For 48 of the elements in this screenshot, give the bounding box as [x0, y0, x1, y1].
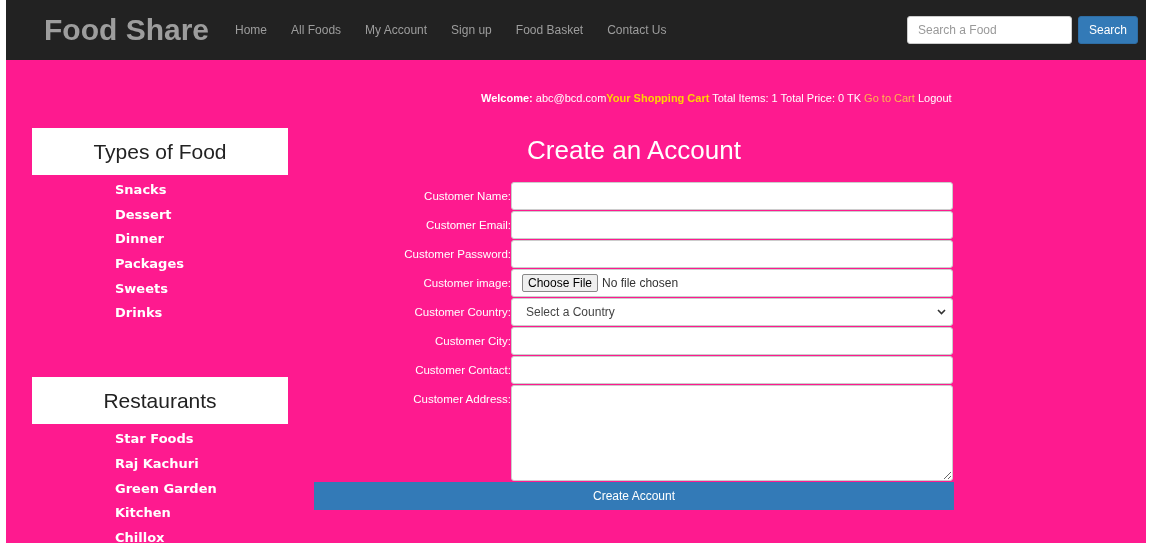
form-title: Create an Account — [526, 134, 742, 167]
search-field[interactable]: Search a Food — [906, 16, 1072, 44]
site-logo[interactable]: Food Share — [44, 13, 209, 47]
choose-file-button[interactable]: Choose File — [522, 274, 599, 292]
sidebar-link[interactable]: Dessert — [115, 205, 288, 231]
create-account-button[interactable]: Create Account — [314, 482, 954, 510]
sidebar-link[interactable]: Drinks — [115, 304, 288, 330]
sidebar-link[interactable]: Kitchen — [115, 504, 288, 529]
sidebar-heading: Types of Food — [32, 128, 288, 175]
sidebar-link[interactable]: Raj Kachuri — [115, 454, 288, 480]
nav-link[interactable]: All Foods — [279, 23, 354, 37]
nav-link[interactable]: Food Basket — [503, 23, 596, 37]
field-label: Customer Name: — [423, 189, 511, 204]
nav-link[interactable]: My Account — [353, 23, 440, 37]
search-button[interactable]: Search — [1077, 16, 1138, 44]
field-label: Customer Contact: — [414, 363, 511, 378]
chevron-icon — [937, 309, 946, 315]
password-field[interactable] — [511, 240, 953, 268]
nav-link[interactable]: Contact Us — [595, 23, 679, 37]
field-label: Customer image: — [422, 276, 511, 291]
file-status: No file chosen — [602, 276, 679, 290]
cart-link[interactable]: Go to Cart — [864, 92, 915, 104]
address-field[interactable] — [511, 385, 953, 481]
field-label: Customer Email: — [425, 218, 511, 233]
sidebar-link[interactable]: Green Garden — [115, 479, 288, 505]
field-label: Customer Address: — [412, 392, 511, 407]
field-label: Customer City: — [433, 334, 511, 349]
logout-link[interactable]: Logout — [917, 92, 952, 104]
sidebar-link[interactable]: Dinner — [115, 230, 288, 256]
country-select[interactable]: Select a Country — [511, 298, 953, 326]
nav-link[interactable]: Home — [223, 23, 280, 37]
field-label: Customer Password: — [403, 247, 511, 262]
cart-label: Your Shopping Cart — [606, 92, 710, 104]
text-field[interactable] — [511, 211, 953, 239]
sidebar-heading: Restaurants — [32, 377, 288, 425]
sidebar-link[interactable]: Chillox — [115, 528, 288, 543]
welcome-text: Welcome: abc@bcd.com — [481, 92, 607, 104]
sidebar-link[interactable]: Star Foods — [115, 430, 288, 455]
text-field[interactable] — [511, 182, 953, 210]
cart-summary: Total Items: 1 Total Price: 0 TK — [712, 92, 862, 104]
sidebar-link[interactable]: Packages — [115, 255, 288, 280]
sidebar-link[interactable]: Snacks — [115, 181, 288, 206]
field-label: Customer Country: — [413, 305, 511, 320]
nav-link[interactable]: Sign up — [439, 23, 504, 37]
sidebar-link[interactable]: Sweets — [115, 279, 288, 305]
file-field[interactable]: Choose File No file chosen — [511, 269, 953, 297]
text-field[interactable] — [511, 356, 953, 384]
text-field[interactable] — [511, 327, 953, 355]
